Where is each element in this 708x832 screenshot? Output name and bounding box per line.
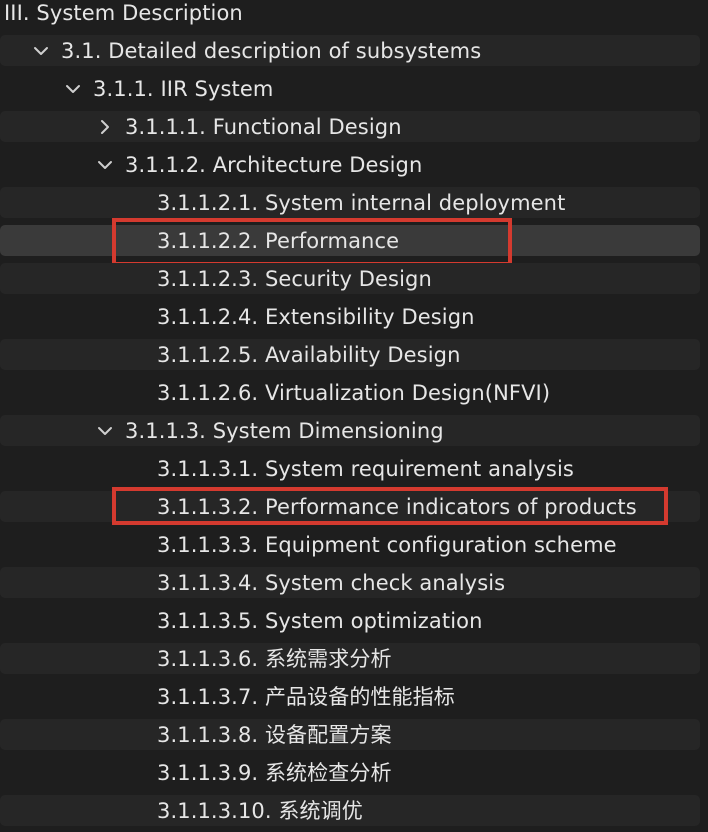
tree-item-label: 3.1.1.2.6. Virtualization Design(NFVI) [157, 381, 551, 405]
tree-item-label: 3.1.1.3.3. Equipment configuration schem… [157, 533, 617, 557]
tree-item-label: 3.1.1.3.5. System optimization [157, 609, 483, 633]
tree-item-3-1-1-3-6[interactable]: 3.1.1.3.6. 系统需求分析 [0, 640, 708, 678]
tree-item-3-1-1-2-2[interactable]: 3.1.1.2.2. Performance [0, 222, 708, 260]
tree-item-label: 3.1.1.3. System Dimensioning [125, 419, 444, 443]
tree-item-3-1-1-3-1[interactable]: 3.1.1.3.1. System requirement analysis [0, 450, 708, 488]
tree-item-label: 3.1.1.3.1. System requirement analysis [157, 457, 574, 481]
tree-item-iii[interactable]: III. System Description [0, 0, 708, 32]
tree-item-3-1-1-2-3[interactable]: 3.1.1.2.3. Security Design [0, 260, 708, 298]
tree-item-label: 3.1.1.2.2. Performance [157, 229, 400, 253]
tree-item-3-1-1-3-3[interactable]: 3.1.1.3.3. Equipment configuration schem… [0, 526, 708, 564]
tree-item-3-1-1-3[interactable]: 3.1.1.3. System Dimensioning [0, 412, 708, 450]
chevron-right-icon[interactable] [97, 119, 113, 135]
tree-item-3-1-1-3-8[interactable]: 3.1.1.3.8. 设备配置方案 [0, 716, 708, 754]
outline-tree: III. System Description 3.1. Detailed des… [0, 0, 708, 832]
tree-item-3-1-1-2-4[interactable]: 3.1.1.2.4. Extensibility Design [0, 298, 708, 336]
tree-item-label: 3.1. Detailed description of subsystems [61, 39, 482, 63]
tree-item-3-1-1-3-5[interactable]: 3.1.1.3.5. System optimization [0, 602, 708, 640]
tree-item-3-1-1-1[interactable]: 3.1.1.1. Functional Design [0, 108, 708, 146]
tree-item-3-1-1-3-7[interactable]: 3.1.1.3.7. 产品设备的性能指标 [0, 678, 708, 716]
tree-item-3-1-1-2-5[interactable]: 3.1.1.2.5. Availability Design [0, 336, 708, 374]
tree-item-3-1-1[interactable]: 3.1.1. IIR System [0, 70, 708, 108]
tree-item-3-1-1-2[interactable]: 3.1.1.2. Architecture Design [0, 146, 708, 184]
chevron-down-icon[interactable] [97, 157, 113, 173]
tree-item-3-1-1-3-4[interactable]: 3.1.1.3.4. System check analysis [0, 564, 708, 602]
tree-item-label: 3.1.1.2.5. Availability Design [157, 343, 461, 367]
chevron-down-icon[interactable] [33, 43, 49, 59]
tree-item-label: 3.1.1.2.4. Extensibility Design [157, 305, 475, 329]
tree-item-3-1-1-3-10[interactable]: 3.1.1.3.10. 系统调优 [0, 792, 708, 830]
tree-item-label: 3.1.1.3.10. 系统调优 [157, 799, 363, 823]
tree-item-label: 3.1.1.3.2. Performance indicators of pro… [157, 495, 637, 519]
tree-item-label: 3.1.1.2.3. Security Design [157, 267, 432, 291]
tree-item-label: 3.1.1.3.9. 系统检查分析 [157, 761, 392, 785]
tree-item-label: 3.1.1.3.6. 系统需求分析 [157, 647, 392, 671]
tree-item-label: 3.1.1.1. Functional Design [125, 115, 402, 139]
tree-item-label: 3.1.1.3.8. 设备配置方案 [157, 723, 392, 747]
tree-item-3-1-1-2-1[interactable]: 3.1.1.2.1. System internal deployment [0, 184, 708, 222]
tree-item-3-1-1-3-9[interactable]: 3.1.1.3.9. 系统检查分析 [0, 754, 708, 792]
tree-item-3-1[interactable]: 3.1. Detailed description of subsystems [0, 32, 708, 70]
tree-item-label: 3.1.1.2. Architecture Design [125, 153, 423, 177]
tree-item-3-1-1-3-2[interactable]: 3.1.1.3.2. Performance indicators of pro… [0, 488, 708, 526]
chevron-down-icon[interactable] [97, 423, 113, 439]
tree-item-label: 3.1.1.2.1. System internal deployment [157, 191, 566, 215]
tree-item-3-1-1-2-6[interactable]: 3.1.1.2.6. Virtualization Design(NFVI) [0, 374, 708, 412]
chevron-down-icon[interactable] [65, 81, 81, 97]
tree-item-label: 3.1.1. IIR System [93, 77, 274, 101]
tree-item-label: 3.1.1.3.4. System check analysis [157, 571, 506, 595]
tree-item-label: III. System Description [4, 1, 243, 25]
tree-item-label: 3.1.1.3.7. 产品设备的性能指标 [157, 685, 455, 709]
